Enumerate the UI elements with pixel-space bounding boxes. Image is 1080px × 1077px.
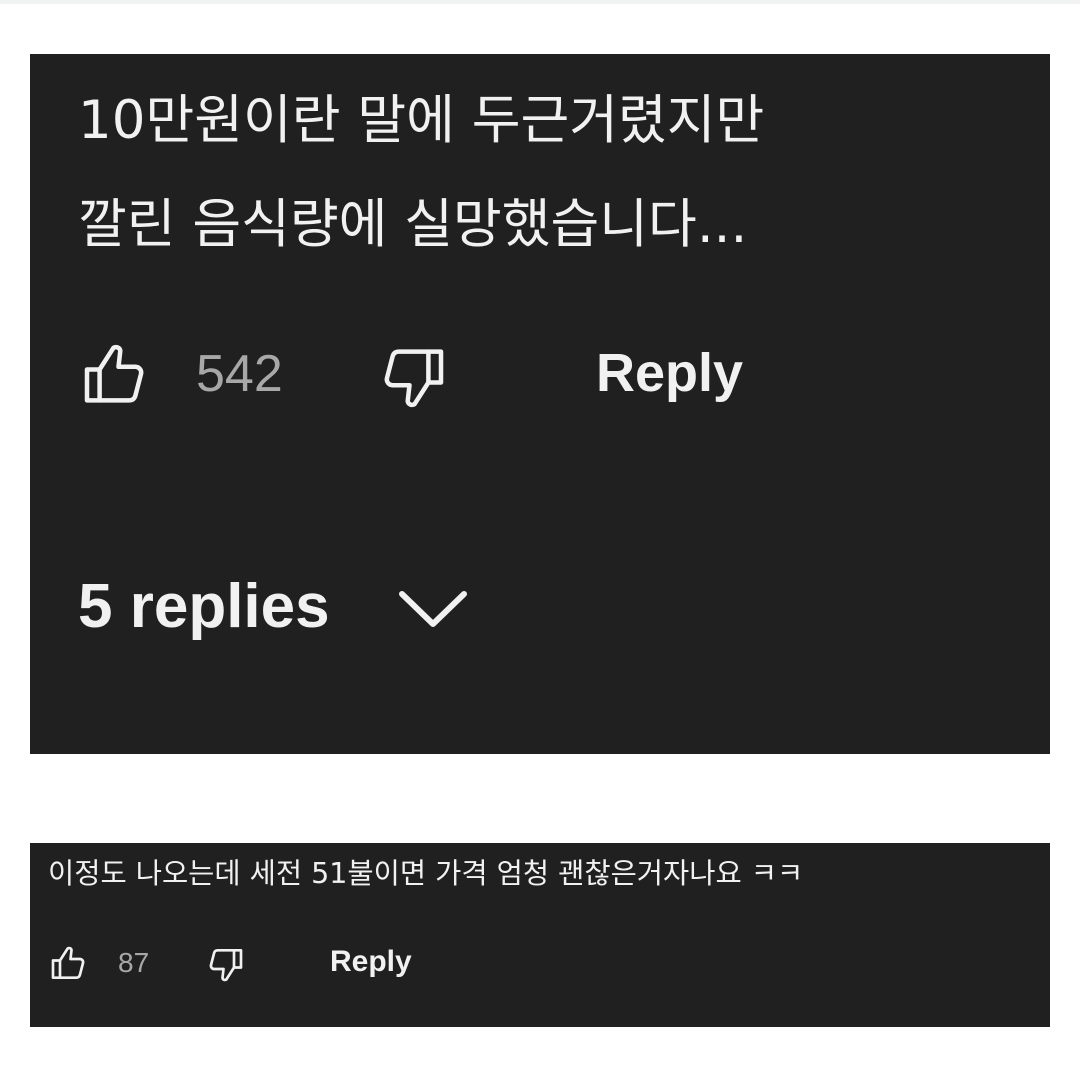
comment-card: 10만원이란 말에 두근거렸지만 깔린 음식량에 실망했습니다... 542 R…	[30, 54, 1050, 754]
thumbs-up-icon[interactable]	[78, 338, 150, 410]
like-count: 87	[118, 947, 150, 978]
reply-button[interactable]: Reply	[596, 346, 743, 400]
thumbs-down-icon[interactable]	[378, 342, 450, 414]
thumbs-up-icon[interactable]	[48, 943, 88, 983]
chevron-down-icon	[396, 584, 470, 634]
top-divider	[0, 0, 1080, 4]
comment-card: 이정도 나오는데 세전 51불이면 가격 엄청 괜찮은거자나요 ㅋㅋ 87 Re…	[30, 843, 1050, 1027]
view-replies-button[interactable]: 5 replies	[78, 570, 498, 650]
thumbs-down-icon[interactable]	[206, 945, 246, 985]
comment-text-line: 10만원이란 말에 두근거렸지만	[78, 90, 765, 151]
comment-actions: 87 Reply	[48, 943, 548, 983]
comment-text-line: 이정도 나오는데 세전 51불이면 가격 엄청 괜찮은거자나요 ㅋㅋ	[48, 857, 804, 890]
like-count: 542	[196, 345, 283, 403]
reply-button[interactable]: Reply	[330, 947, 412, 977]
replies-count-label: 5 replies	[78, 572, 330, 641]
comment-text-line: 깔린 음식량에 실망했습니다...	[78, 194, 748, 255]
comment-actions: 542 Reply	[78, 338, 978, 408]
